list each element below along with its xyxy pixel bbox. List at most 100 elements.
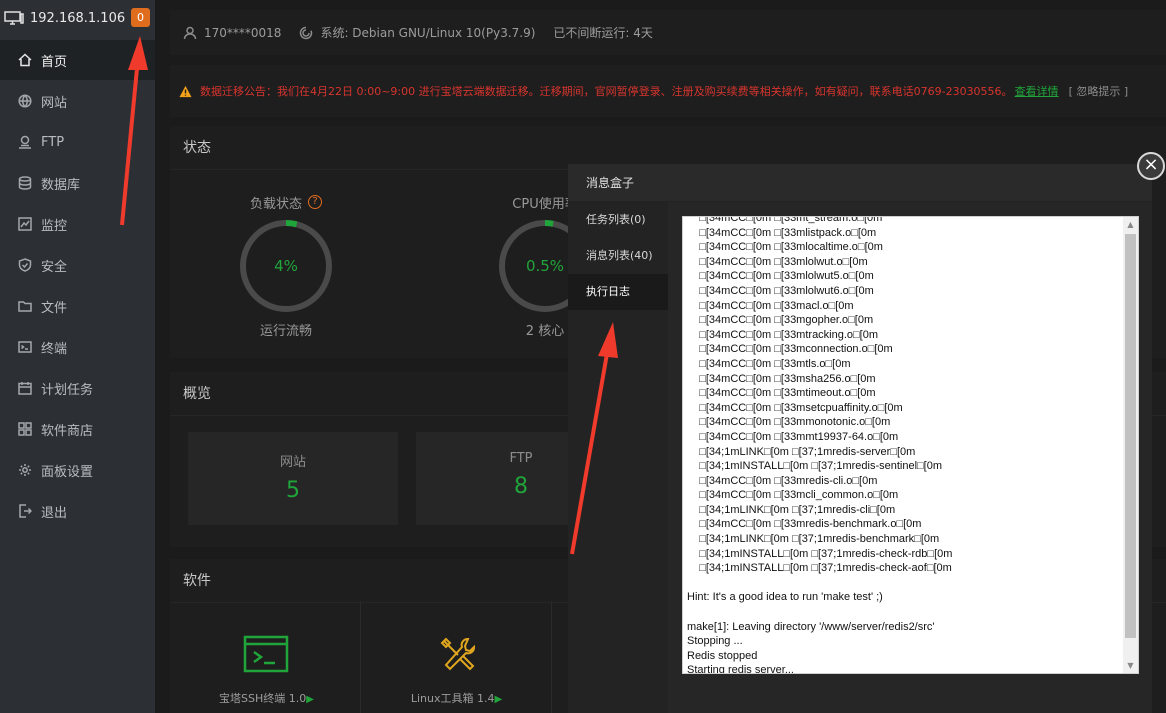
sidebar-item-files[interactable]: 文件 — [0, 286, 155, 326]
user-icon — [183, 26, 197, 39]
software-item-ssh[interactable]: 宝塔SSH终端 1.0▶ — [173, 601, 361, 713]
home-icon — [18, 53, 32, 67]
tools-icon — [440, 637, 475, 671]
log-line: □[34mCC□[0m □[33msha256.o□[0m — [687, 372, 876, 385]
gauge-value: 4% — [274, 257, 298, 275]
log-line: Starting redis server... — [687, 664, 794, 674]
annotation-arrow — [570, 322, 618, 555]
log-line: □[34mCC□[0m □[33mlocaltime.o□[0m — [687, 241, 883, 254]
log-line: □[34;1mLINK□[0m □[37;1mredis-cli□[0m — [687, 503, 896, 516]
log-line: □[34mCC□[0m □[33mconnection.o□[0m — [687, 343, 893, 356]
notice-ignore-link[interactable]: [ 忽略提示 ] — [1069, 83, 1129, 99]
stat-value: 5 — [286, 478, 300, 503]
message-count-badge[interactable]: 0 — [131, 8, 150, 27]
log-line: □[34mCC□[0m □[33mgopher.o□[0m — [687, 314, 874, 327]
log-text: □[34mCC□[0m □[33mt_stream.o□[0m □[34mCC□… — [687, 216, 1122, 674]
log-line: □[34mCC□[0m □[33mmt19937-64.o□[0m — [687, 430, 899, 443]
sidebar-item-label: 网站 — [41, 95, 68, 111]
software-item-toolbox[interactable]: Linux工具箱 1.4▶ — [362, 601, 552, 713]
log-line: □[34mCC□[0m □[33mt_stream.o□[0m — [687, 216, 883, 224]
message-box-modal: 消息盒子 任务列表(0) 消息列表(40) 执行日志 □[34mCC□[0m □… — [568, 164, 1152, 713]
log-line: □[34;1mINSTALL□[0m □[37;1mredis-sentinel… — [687, 460, 943, 473]
close-icon[interactable]: × — [1137, 152, 1165, 180]
stat-label: 网站 — [279, 455, 306, 470]
log-line: □[34mCC□[0m □[33mlolwut.o□[0m — [687, 255, 868, 268]
sidebar-item-label: 首页 — [41, 54, 68, 70]
log-line: □[34;1mLINK□[0m □[37;1mredis-benchmark□[… — [687, 533, 940, 546]
calendar-icon — [18, 382, 32, 395]
log-line: □[34mCC□[0m □[33mtimeout.o□[0m — [687, 387, 876, 400]
execution-log-box[interactable]: □[34mCC□[0m □[33mt_stream.o□[0m □[34mCC□… — [682, 216, 1139, 674]
monitor-icon — [18, 217, 32, 231]
log-line: □[34mCC□[0m □[33mredis-cli.o□[0m — [687, 474, 878, 487]
top-info-bar: 170****0018 系统: Debian GNU/Linux 10(Py3.… — [170, 10, 1166, 55]
tab-message-list[interactable]: 消息列表(40) — [568, 238, 668, 274]
log-line: □[34mCC□[0m □[33mlistpack.o□[0m — [687, 226, 877, 239]
terminal-app-icon — [243, 635, 289, 673]
screen: 192.168.1.106 0 首页 网站 FTP 数据库 监控 安全 文件 终… — [0, 0, 1166, 713]
scroll-thumb[interactable] — [1125, 234, 1136, 638]
user-account: 170****0018 — [204, 25, 282, 40]
logout-icon — [19, 504, 32, 518]
sidebar-item-store[interactable]: 软件商店 — [0, 409, 155, 449]
database-icon — [18, 176, 32, 190]
log-line: □[34mCC□[0m □[33msetcpuaffinity.o□[0m — [687, 401, 903, 414]
log-line: □[34mCC□[0m □[33mmonotonic.o□[0m — [687, 416, 891, 429]
annotation-arrow — [120, 36, 148, 226]
uptime-info: 已不间断运行: 4天 — [553, 26, 653, 40]
folder-icon — [18, 301, 32, 312]
sidebar-item-label: 软件商店 — [41, 423, 94, 439]
ftp-icon — [19, 135, 31, 149]
help-icon[interactable]: ? — [308, 195, 322, 209]
computer-icon — [4, 11, 24, 25]
stat-websites[interactable]: 网站 5 — [188, 432, 398, 525]
log-line: □[34;1mINSTALL□[0m □[37;1mredis-check-ao… — [687, 562, 952, 575]
play-icon: ▶ — [306, 694, 314, 705]
tab-task-list[interactable]: 任务列表(0) — [568, 202, 668, 238]
log-line: □[34;1mINSTALL□[0m □[37;1mredis-check-rd… — [687, 547, 953, 560]
sidebar-item-settings[interactable]: 面板设置 — [0, 450, 155, 490]
play-icon: ▶ — [494, 694, 503, 705]
software-name: Linux工具箱 1.4 — [410, 692, 495, 705]
sidebar-item-label: FTP — [41, 134, 65, 150]
scroll-down-icon[interactable]: ▼ — [1123, 658, 1138, 673]
notice-message: 数据迁移公告：我们在4月22日 0:00~9:00 进行宝塔云端数据迁移。迁移期… — [200, 85, 1013, 98]
sidebar-item-security[interactable]: 安全 — [0, 245, 155, 285]
load-gauge[interactable]: 负载状态 ? 4% 运行流畅 — [238, 192, 334, 339]
log-line: Stopping ... — [687, 635, 743, 648]
notice-bar: 数据迁移公告：我们在4月22日 0:00~9:00 进行宝塔云端数据迁移。迁移期… — [170, 65, 1166, 117]
notice-details-link[interactable]: 查看详情 — [1015, 83, 1059, 99]
software-name: 宝塔SSH终端 1.0 — [219, 692, 307, 705]
scroll-up-icon[interactable]: ▲ — [1123, 217, 1138, 232]
globe-icon — [18, 94, 32, 108]
log-line: make[1]: Leaving directory '/www/server/… — [687, 620, 935, 633]
sidebar-item-terminal[interactable]: 终端 — [0, 327, 155, 367]
log-line: □[34mCC□[0m □[33macl.o□[0m — [687, 299, 854, 312]
log-line: □[34;1mLINK□[0m □[37;1mredis-server□[0m — [687, 445, 916, 458]
terminal-icon — [18, 341, 32, 353]
log-line: □[34mCC□[0m □[33mcli_common.o□[0m — [687, 489, 899, 502]
server-ip: 192.168.1.106 — [30, 10, 126, 26]
log-line: □[34mCC□[0m □[33mtracking.o□[0m — [687, 328, 879, 341]
log-line: □[34mCC□[0m □[33mlolwut5.o□[0m — [687, 270, 874, 283]
modal-title: 消息盒子 — [568, 164, 1152, 202]
system-icon — [300, 26, 313, 39]
sidebar-item-label: 文件 — [41, 300, 68, 316]
sidebar-item-logout[interactable]: 退出 — [0, 491, 155, 531]
log-line: Redis stopped — [687, 649, 758, 662]
log-line: □[34mCC□[0m □[33mlolwut6.o□[0m — [687, 284, 874, 297]
log-line: Hint: It's a good idea to run 'make test… — [687, 591, 883, 604]
system-info: 系统: Debian GNU/Linux 10(Py3.7.9) — [320, 26, 536, 40]
log-line: □[34mCC□[0m □[33mredis-benchmark.o□[0m — [687, 518, 922, 531]
tab-execution-log[interactable]: 执行日志 — [568, 274, 668, 310]
sidebar-item-label: 面板设置 — [41, 464, 94, 480]
gauge-label: 负载状态 — [249, 196, 302, 212]
warning-icon — [179, 85, 192, 97]
gauge-sub: 运行流畅 — [259, 324, 312, 339]
sidebar-item-label: 安全 — [41, 259, 68, 275]
sidebar-item-cron[interactable]: 计划任务 — [0, 368, 155, 408]
log-scrollbar[interactable]: ▲ ▼ — [1123, 217, 1138, 673]
sidebar-item-label: 退出 — [41, 505, 68, 521]
sidebar-item-label: 计划任务 — [41, 382, 94, 398]
